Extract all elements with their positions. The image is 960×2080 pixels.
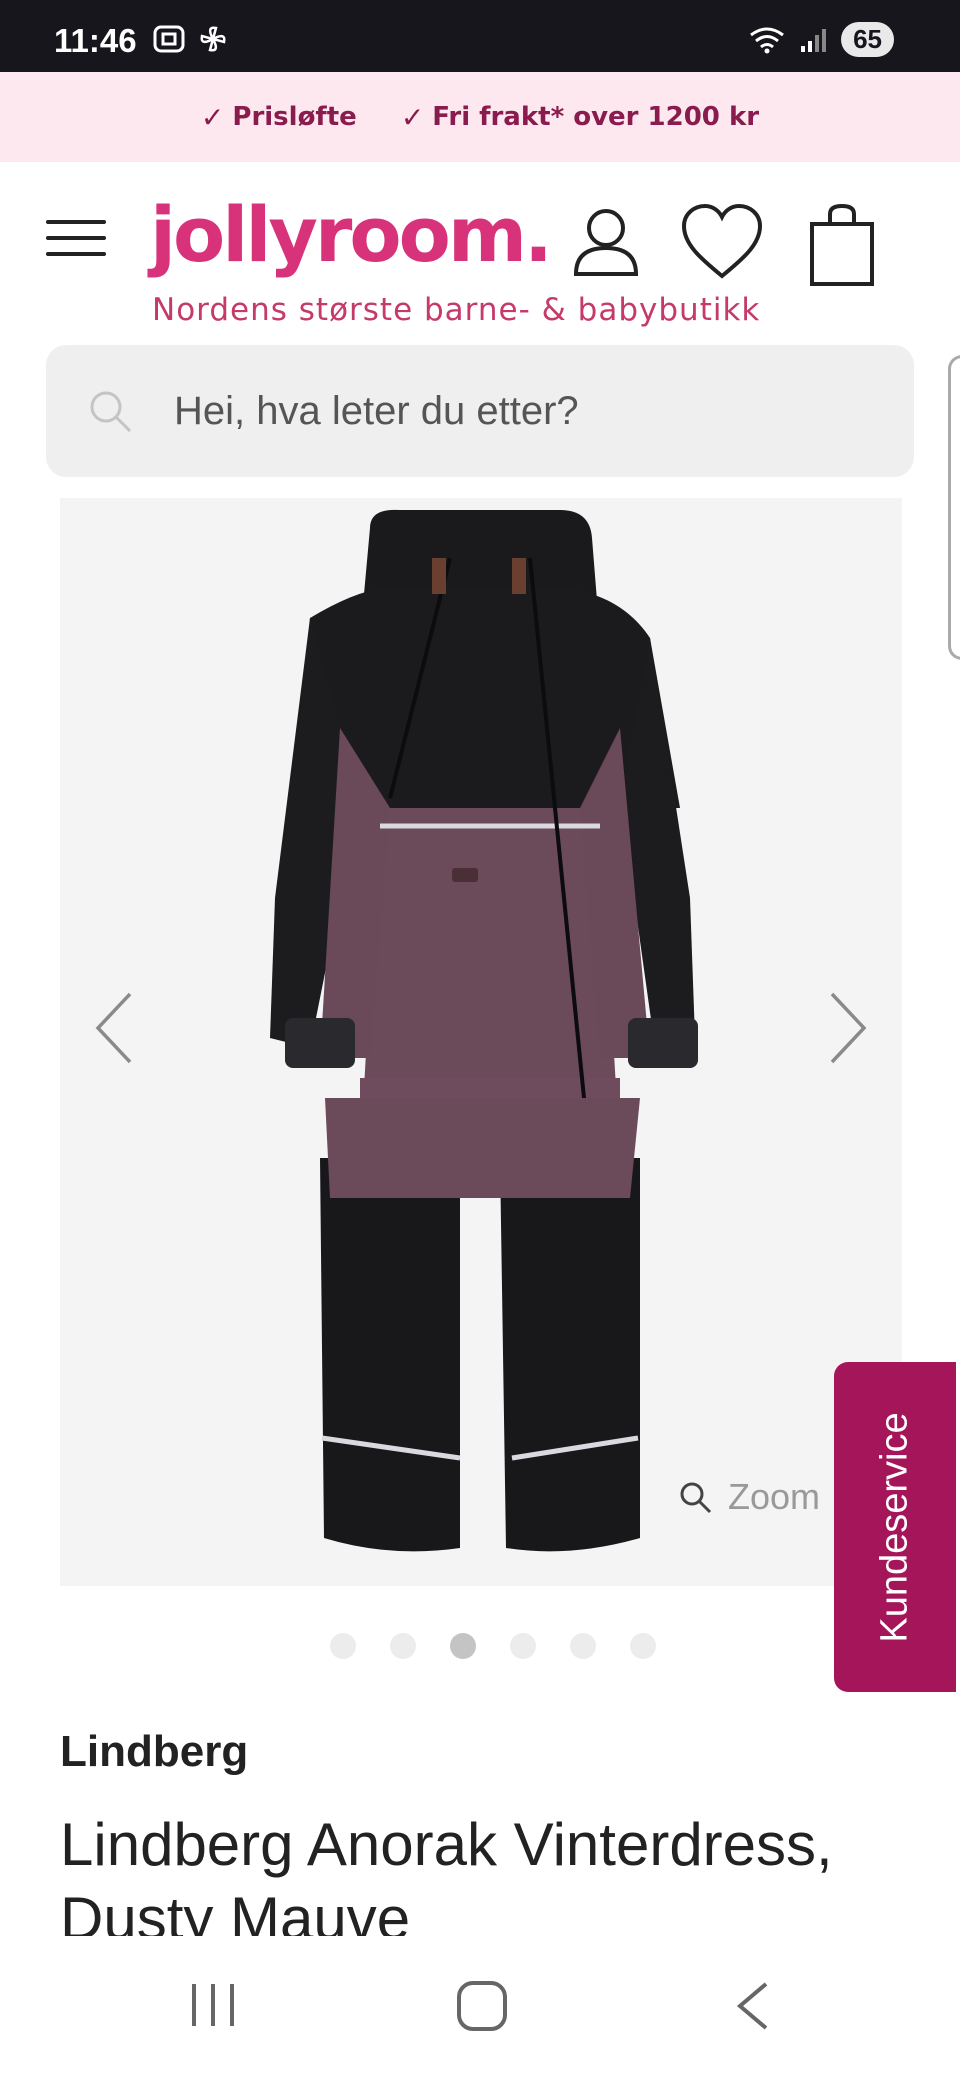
heart-icon[interactable] (680, 202, 764, 282)
hamburger-icon[interactable] (46, 220, 106, 260)
zoom-button[interactable]: Zoom (678, 1476, 820, 1518)
search-icon (90, 391, 132, 433)
promo-item-free-shipping: ✓ Fri frakt* over 1200 kr (401, 101, 759, 134)
check-icon: ✓ (400, 100, 425, 134)
status-right: 65 (747, 22, 894, 57)
magnifier-icon (680, 1482, 712, 1514)
pinwheel-icon (200, 26, 226, 52)
system-navigation-bar (0, 1940, 960, 2080)
product-image-gallery[interactable]: Zoom (60, 498, 902, 1586)
scroll-edge-handle[interactable] (948, 355, 960, 660)
search-bar[interactable] (46, 345, 914, 477)
promo-strip: ✓ Prisløfte ✓ Fri frakt* over 1200 kr (0, 72, 960, 162)
signal-icon (801, 28, 827, 52)
chevron-left-icon[interactable] (88, 988, 138, 1068)
gallery-pagination (330, 1633, 656, 1659)
chevron-right-icon[interactable] (824, 988, 874, 1068)
pagination-dot[interactable] (630, 1633, 656, 1659)
status-notification-icons (152, 24, 230, 54)
customer-service-tab[interactable]: Kundeservice (834, 1362, 956, 1692)
home-icon[interactable] (456, 1980, 508, 2032)
pagination-dot[interactable] (330, 1633, 356, 1659)
shopping-bag-icon[interactable] (806, 202, 878, 288)
screenshot-icon (153, 25, 185, 53)
promo-label: Fri frakt* over 1200 kr (432, 102, 760, 132)
promo-item-price-promise: ✓ Prisløfte (201, 101, 357, 134)
battery-indicator: 65 (841, 22, 894, 57)
site-tagline: Nordens største barne- & babybutikk (152, 292, 761, 328)
user-icon[interactable] (566, 202, 646, 282)
promo-label: Prisløfte (232, 102, 357, 132)
product-brand[interactable]: Lindberg (60, 1727, 248, 1777)
pagination-dot[interactable] (510, 1633, 536, 1659)
pagination-dot[interactable] (570, 1633, 596, 1659)
product-title: Lindberg Anorak Vinterdress, Dusty Mauve (60, 1811, 833, 1936)
site-header: jollyroom. Nordens største barne- & baby… (0, 162, 960, 340)
pagination-dot-active[interactable] (450, 1633, 476, 1659)
wifi-icon (750, 27, 784, 53)
pagination-dot[interactable] (390, 1633, 416, 1659)
status-time: 11:46 (54, 22, 137, 59)
status-bar: 11:46 65 (0, 0, 960, 72)
search-input[interactable] (174, 388, 854, 434)
product-image (270, 509, 698, 1552)
check-icon: ✓ (200, 100, 225, 134)
customer-service-label: Kundeservice (873, 1411, 916, 1643)
zoom-label: Zoom (728, 1476, 821, 1517)
site-logo[interactable]: jollyroom. (150, 190, 553, 279)
back-icon[interactable] (732, 1980, 772, 2032)
recent-apps-icon[interactable] (188, 1980, 238, 2030)
